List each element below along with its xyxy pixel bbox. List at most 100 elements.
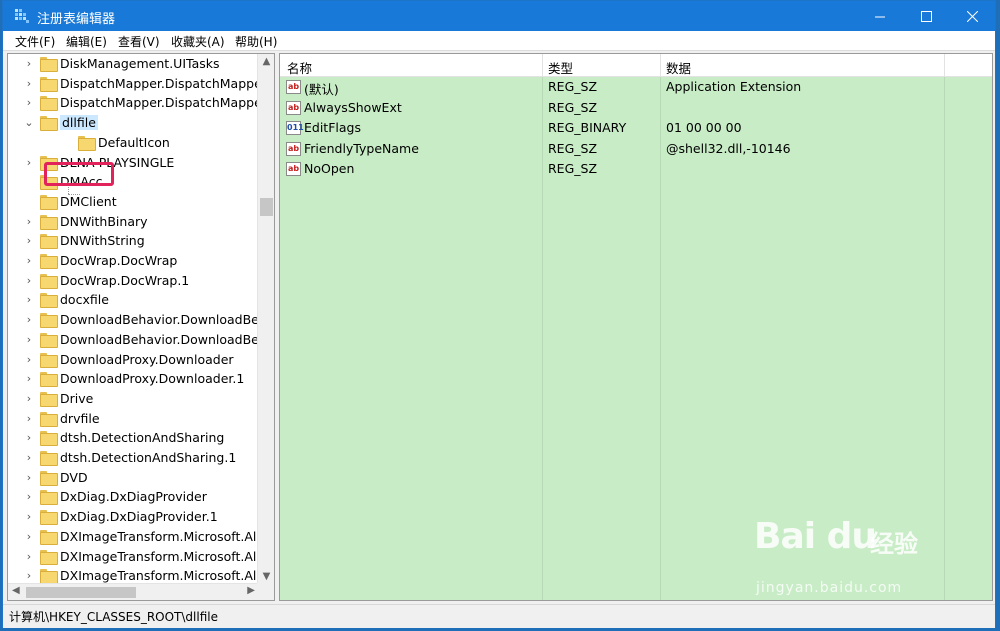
tree-item[interactable]: › DXImageTransform.Microsoft.Alph <box>8 547 274 567</box>
expand-chevron-icon[interactable]: › <box>24 389 34 409</box>
minimize-button[interactable] <box>857 1 903 31</box>
tree-item[interactable]: › DXImageTransform.Microsoft.Alph <box>8 527 274 547</box>
expand-chevron-icon[interactable]: › <box>24 350 34 370</box>
scroll-left-icon[interactable]: ◀ <box>12 585 20 596</box>
tree-item[interactable]: › DownloadProxy.Downloader.1 <box>8 369 274 389</box>
folder-icon <box>78 135 96 151</box>
scroll-thumb[interactable] <box>260 198 273 216</box>
expand-chevron-icon[interactable]: › <box>24 231 34 251</box>
minimize-icon <box>874 16 885 17</box>
folder-icon <box>40 549 58 565</box>
string-value-icon: ab <box>286 162 301 176</box>
tree-item[interactable]: › DocWrap.DocWrap.1 <box>8 271 274 291</box>
expand-chevron-icon[interactable]: › <box>24 93 34 113</box>
tree-item[interactable]: › DownloadBehavior.DownloadBeha <box>8 310 274 330</box>
value-row[interactable]: ab (默认) REG_SZ Application Extension <box>280 77 992 97</box>
tree-item[interactable]: › DVD <box>8 468 274 488</box>
string-value-icon: ab <box>286 141 301 156</box>
tree-item[interactable]: › DxDiag.DxDiagProvider.1 <box>8 507 274 527</box>
tree-horizontal-scrollbar[interactable]: ◀ ▶ <box>8 583 259 600</box>
expand-chevron-icon[interactable]: › <box>24 290 34 310</box>
tree-item[interactable]: › DNWithBinary <box>8 212 274 232</box>
menu-favorites[interactable]: 收藏夹(A) <box>171 33 225 50</box>
menu-help[interactable]: 帮助(H) <box>235 33 277 50</box>
tree-item[interactable]: ⌄ dllfile <box>8 113 274 133</box>
tree-item[interactable]: › DispatchMapper.DispatchMapper <box>8 74 274 94</box>
tree-item[interactable]: › DispatchMapper.DispatchMapper. <box>8 93 274 113</box>
column-header-type[interactable]: 类型 <box>548 58 573 77</box>
tree-item-label: DNWithString <box>60 233 145 249</box>
tree-item-label: dtsh.DetectionAndSharing <box>60 430 225 446</box>
tree-item[interactable]: › DownloadProxy.Downloader <box>8 350 274 370</box>
expand-chevron-icon[interactable]: › <box>24 487 34 507</box>
folder-icon <box>40 352 58 368</box>
expand-chevron-icon[interactable]: › <box>24 153 34 173</box>
value-row[interactable]: ab NoOpen REG_SZ <box>280 159 992 179</box>
expand-chevron-icon[interactable]: › <box>24 409 34 429</box>
header-divider[interactable] <box>660 54 661 77</box>
tree-item-label: DownloadBehavior.DownloadBeha <box>60 331 275 347</box>
column-header: 名称 类型 数据 <box>280 54 992 77</box>
tree-item[interactable]: › dtsh.DetectionAndSharing.1 <box>8 448 274 468</box>
tree-item[interactable]: › drvfile <box>8 409 274 429</box>
scroll-right-icon[interactable]: ▶ <box>247 585 255 596</box>
tree-item[interactable]: › DocWrap.DocWrap <box>8 251 274 271</box>
tree-item[interactable]: › dtsh.DetectionAndSharing <box>8 428 274 448</box>
expand-chevron-icon[interactable]: › <box>24 54 34 74</box>
value-row[interactable]: ab FriendlyTypeName REG_SZ @shell32.dll,-10… <box>280 139 992 159</box>
value-row[interactable]: 011 EditFlags REG_BINARY 01 00 00 00 <box>280 118 992 138</box>
menu-view[interactable]: 查看(V) <box>118 33 160 50</box>
title-bar[interactable]: 注册表编辑器 <box>3 1 995 31</box>
folder-icon <box>40 372 58 388</box>
folder-icon <box>40 76 58 92</box>
expand-chevron-icon[interactable]: › <box>24 547 34 567</box>
tree-vertical-scrollbar[interactable]: ▲ ▼ <box>257 54 274 584</box>
column-header-name[interactable]: 名称 <box>287 58 312 77</box>
expand-chevron-icon[interactable]: › <box>24 74 34 94</box>
menu-file[interactable]: 文件(F) <box>15 33 55 50</box>
expand-chevron-icon[interactable]: › <box>24 527 34 547</box>
folder-icon <box>40 313 58 329</box>
expand-chevron-icon[interactable]: › <box>24 251 34 271</box>
expand-chevron-icon[interactable]: › <box>24 369 34 389</box>
value-row[interactable]: ab AlwaysShowExt REG_SZ <box>280 98 992 118</box>
header-divider[interactable] <box>944 54 945 77</box>
tree-item[interactable]: › DiskManagement.UITasks <box>8 54 274 74</box>
key-tree-pane[interactable]: › DiskManagement.UITasks › DispatchMapper.D… <box>7 53 275 601</box>
tree-item[interactable]: DMClient <box>8 192 274 212</box>
close-button[interactable] <box>949 1 995 31</box>
tree-item-label: DMClient <box>60 193 117 209</box>
tree-item[interactable]: › DownloadBehavior.DownloadBeha <box>8 330 274 350</box>
expand-chevron-icon[interactable]: › <box>24 428 34 448</box>
tree-item[interactable]: › docxfile <box>8 290 274 310</box>
menu-edit[interactable]: 编辑(E) <box>66 33 107 50</box>
value-name: (默认) <box>304 82 339 97</box>
tree-item-label: DiskManagement.UITasks <box>60 56 220 71</box>
tree-item-label: DXImageTransform.Microsoft.Alph <box>60 548 273 564</box>
scroll-down-icon[interactable]: ▼ <box>258 571 274 582</box>
expand-chevron-icon[interactable]: › <box>24 212 34 232</box>
tree-item[interactable]: › Drive <box>8 389 274 409</box>
baidu-watermark: Bai du 经验 jingyan.baidu.com <box>754 516 944 606</box>
header-divider[interactable] <box>542 54 543 77</box>
tree-item-label: Drive <box>60 390 94 406</box>
column-header-data[interactable]: 数据 <box>666 58 691 77</box>
tree-item-label: DocWrap.DocWrap.1 <box>60 272 190 288</box>
tree-item[interactable]: › DNWithString <box>8 231 274 251</box>
expanded-chevron-icon[interactable]: ⌄ <box>24 113 34 133</box>
scroll-up-icon[interactable]: ▲ <box>258 56 274 67</box>
expand-chevron-icon[interactable]: › <box>24 468 34 488</box>
expand-chevron-icon[interactable]: › <box>24 271 34 291</box>
expand-chevron-icon[interactable]: › <box>24 330 34 350</box>
scroll-thumb[interactable] <box>26 587 136 598</box>
expand-chevron-icon[interactable]: › <box>24 448 34 468</box>
maximize-button[interactable] <box>903 1 949 31</box>
watermark-text: 经验 <box>870 530 918 558</box>
expand-chevron-icon[interactable]: › <box>24 310 34 330</box>
tree-connector <box>68 194 80 195</box>
tree-item-label: DownloadBehavior.DownloadBeha <box>60 312 275 328</box>
value-name: AlwaysShowExt <box>304 99 402 115</box>
expand-chevron-icon[interactable]: › <box>24 507 34 527</box>
tree-item[interactable]: › DxDiag.DxDiagProvider <box>8 487 274 507</box>
tree-item[interactable]: DefaultIcon <box>8 133 274 153</box>
